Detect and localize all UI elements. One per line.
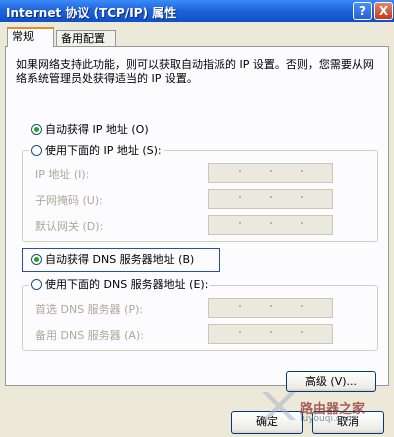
auto-ip-radio[interactable] — [31, 124, 42, 135]
auto-dns-radio[interactable] — [31, 254, 42, 265]
close-button[interactable]: X — [374, 2, 393, 20]
ip-address-field[interactable] — [208, 163, 333, 183]
tab-alternate-config[interactable]: 备用配置 — [56, 30, 116, 47]
default-gateway-label: 默认网关 (D): — [35, 220, 104, 233]
title-bar: Internet 协议 (TCP/IP) 属性 ? X — [0, 0, 394, 22]
manual-ip-radio[interactable] — [31, 145, 42, 156]
tab-general[interactable]: 常规 — [7, 27, 54, 47]
manual-dns-option[interactable]: 使用下面的 DNS 服务器地址 (E): — [29, 277, 211, 293]
window-title: Internet 协议 (TCP/IP) 属性 — [6, 6, 177, 20]
auto-ip-option[interactable]: 自动获得 IP 地址 (O) — [31, 122, 149, 138]
manual-dns-radio[interactable] — [31, 279, 42, 290]
alternate-dns-label: 备用 DNS 服务器 (A): — [35, 329, 144, 342]
preferred-dns-label: 首选 DNS 服务器 (P): — [35, 303, 144, 316]
auto-ip-label: 自动获得 IP 地址 (O) — [45, 123, 149, 136]
watermark-url: luyouqi.com — [300, 414, 356, 424]
auto-dns-label: 自动获得 DNS 服务器地址 (B) — [45, 253, 195, 266]
watermark-logo — [262, 392, 296, 420]
manual-dns-label: 使用下面的 DNS 服务器地址 (E): — [45, 278, 209, 291]
default-gateway-field[interactable] — [208, 215, 333, 235]
manual-ip-option[interactable]: 使用下面的 IP 地址 (S): — [29, 143, 164, 159]
advanced-button[interactable]: 高级 (V)... — [286, 371, 376, 392]
ip-address-label: IP 地址 (I): — [35, 168, 90, 181]
help-button[interactable]: ? — [353, 2, 372, 20]
subnet-mask-label: 子网掩码 (U): — [35, 194, 103, 207]
description-text: 如果网络支持此功能，则可以获取自动指派的 IP 设置。否则，您需要从网络系统管理… — [16, 58, 374, 85]
alternate-dns-field[interactable] — [208, 324, 333, 344]
preferred-dns-field[interactable] — [208, 298, 333, 318]
manual-ip-label: 使用下面的 IP 地址 (S): — [45, 144, 162, 157]
auto-dns-option[interactable]: 自动获得 DNS 服务器地址 (B) — [31, 252, 194, 268]
subnet-mask-field[interactable] — [208, 189, 333, 209]
